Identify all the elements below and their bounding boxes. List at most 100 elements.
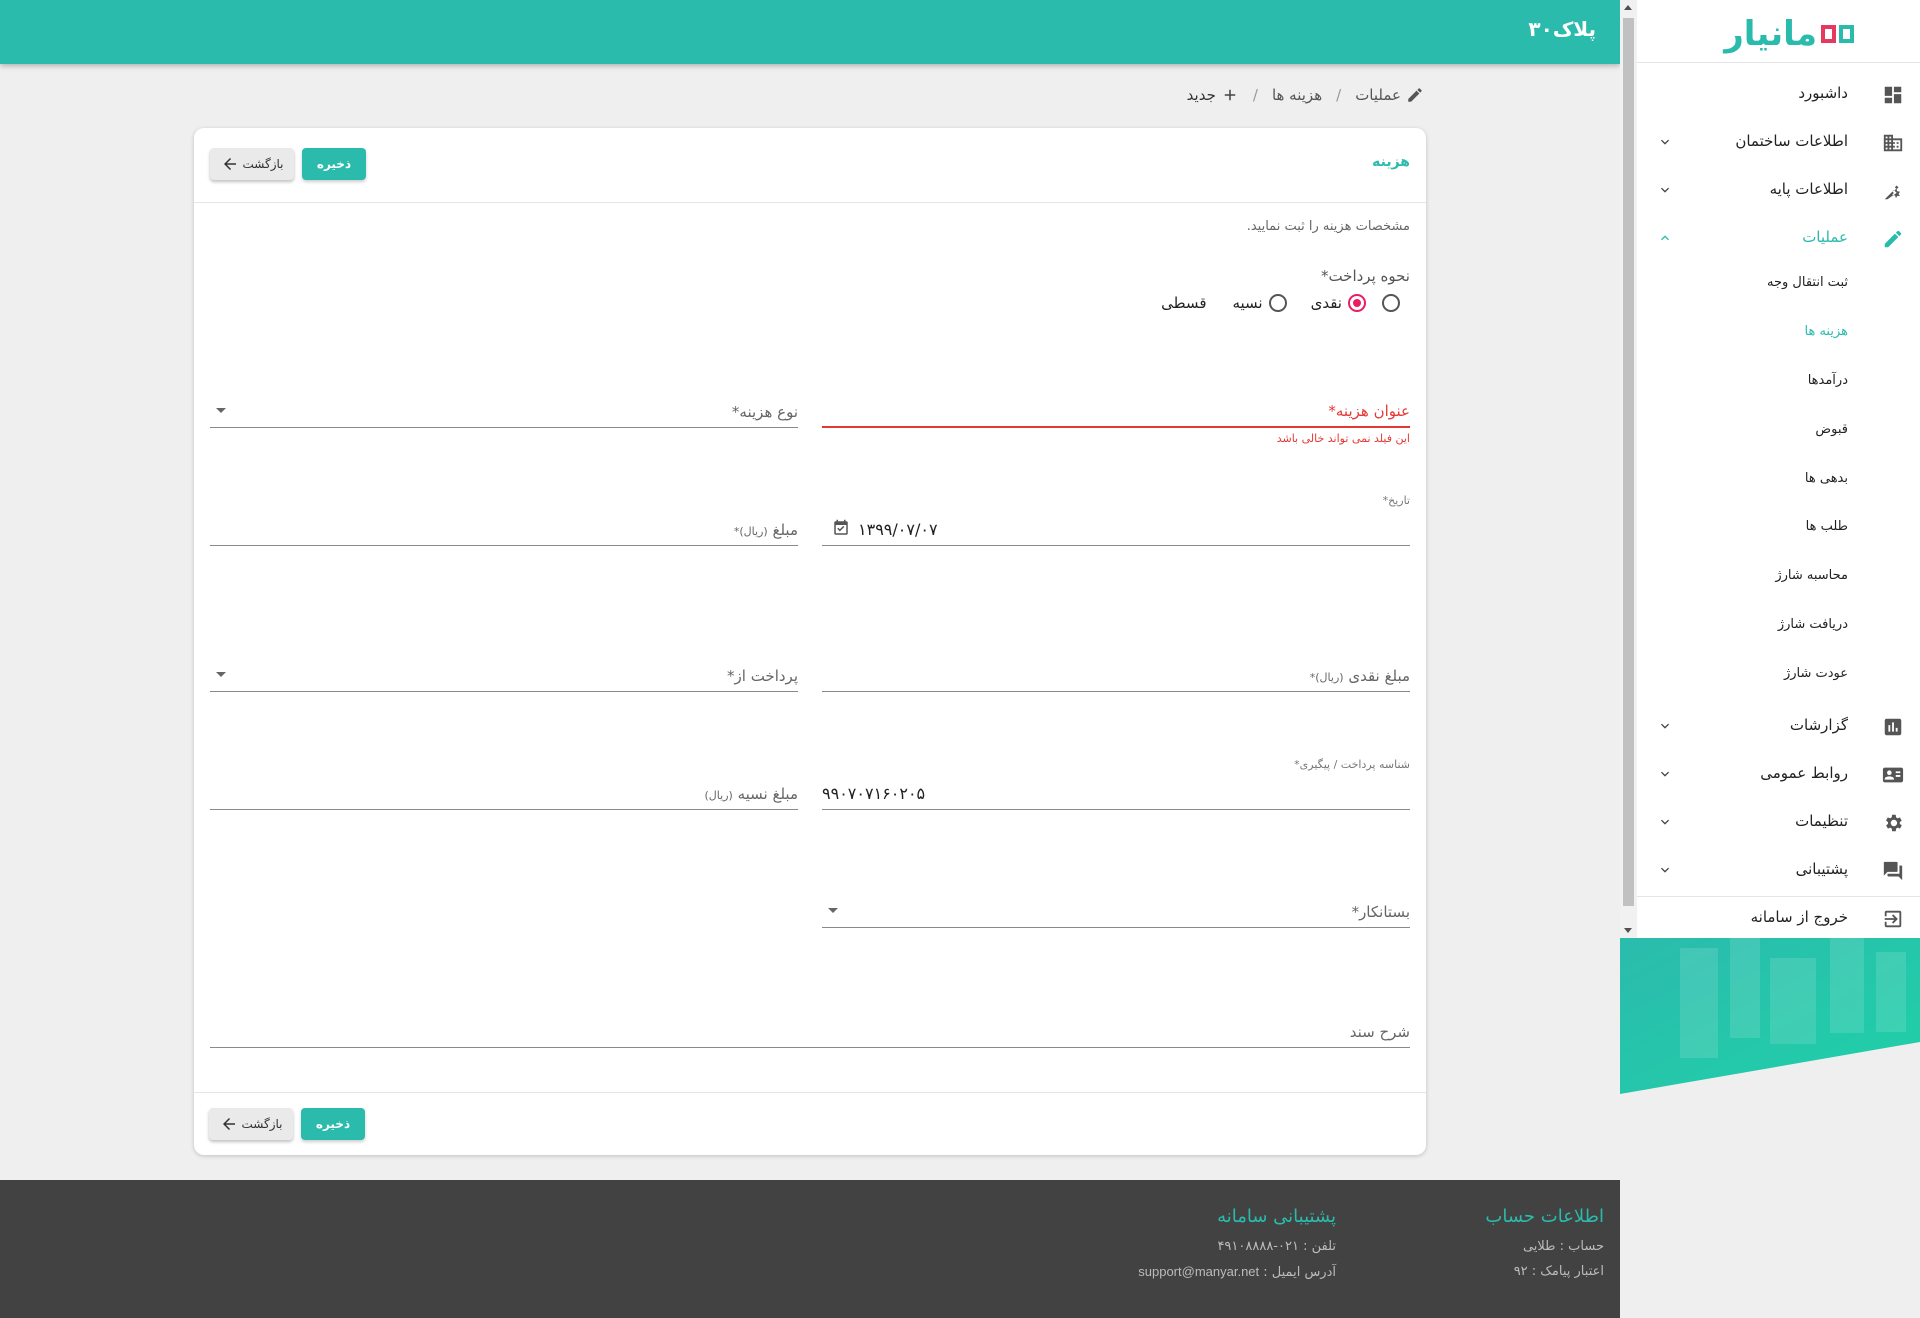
back-button-bottom[interactable]: بازگشت <box>209 1108 293 1140</box>
dashboard-icon <box>1884 86 1902 104</box>
payment-method-radio-cash[interactable] <box>1348 294 1366 312</box>
calendar-icon[interactable] <box>832 519 850 537</box>
sidebar-subitem-expenses[interactable]: هزینه ها <box>1637 313 1920 353</box>
footer-account-type: حساب : طلایی <box>1522 1239 1604 1254</box>
expense-type-label: نوع هزینه* <box>731 403 798 421</box>
payment-method-label: نحوه پرداخت* <box>1320 267 1410 285</box>
scrollbar-thumb[interactable] <box>1623 18 1634 906</box>
sidebar-subitem-fund-transfer[interactable]: ثبت انتقال وجه <box>1637 264 1920 304</box>
sidebar-item-support[interactable]: پشتیبانی <box>1637 848 1920 892</box>
breadcrumb-label: عملیات <box>1355 86 1401 104</box>
chevron-down-icon <box>1661 723 1669 729</box>
breadcrumb-separator: / <box>1336 86 1342 104</box>
sidebar-item-label: اطلاعات ساختمان <box>1735 132 1848 150</box>
cash-amount-label: مبلغ نقدی (ریال)* <box>1309 667 1410 685</box>
logo-text: مانیار <box>1724 14 1817 54</box>
sidebar-subitem-label: طلب ها <box>1805 519 1848 534</box>
sidebar-item-reports[interactable]: گزارشات <box>1637 704 1920 748</box>
sidebar-item-building-info[interactable]: اطلاعات ساختمان <box>1637 120 1920 164</box>
back-button-label: بازگشت <box>241 1117 283 1131</box>
sidebar-subitem-claims[interactable]: طلب ها <box>1637 508 1920 548</box>
sidebar-item-label: روابط عمومی <box>1760 764 1848 782</box>
sidebar-item-dashboard[interactable]: داشبورد <box>1637 72 1920 116</box>
top-app-bar: پلاک۳۰ <box>0 0 1620 64</box>
sidebar-subitem-label: درآمدها <box>1807 373 1848 388</box>
sidebar-item-public-relations[interactable]: روابط عمومی <box>1637 752 1920 796</box>
tracking-id-field[interactable]: شناسه پرداخت / پیگیری* ۹۹۰۷۰۷۱۶۰۲۰۵ <box>822 758 1410 810</box>
credit-amount-field[interactable]: مبلغ نسیه (ریال) <box>210 770 798 810</box>
payment-method-radio-group: نقدی نسیه قسطی <box>1141 294 1400 312</box>
sidebar-item-label: اطلاعات پایه <box>1769 180 1848 198</box>
creditor-label: بستانکار* <box>1351 903 1410 921</box>
date-label: تاریخ* <box>1382 494 1410 507</box>
scroll-up-arrow[interactable] <box>1624 5 1632 10</box>
dropdown-arrow-icon <box>216 672 226 677</box>
paid-from-label: پرداخت از* <box>727 667 798 685</box>
description-label: شرح سند <box>1349 1023 1410 1041</box>
arrow-left-icon <box>222 1118 235 1130</box>
date-value: ۱۳۹۹/۰۷/۰۷ <box>858 520 938 539</box>
building-icon <box>1883 134 1903 152</box>
amount-field[interactable]: مبلغ (ریال)* <box>210 506 798 546</box>
breadcrumb-label: جدید <box>1186 86 1216 104</box>
expense-type-select[interactable]: نوع هزینه* <box>210 388 798 428</box>
creditor-select[interactable]: بستانکار* <box>822 888 1410 928</box>
gear-icon <box>1886 814 1902 832</box>
chevron-up-icon <box>1661 235 1669 241</box>
sidebar-item-operations[interactable]: عملیات <box>1637 216 1920 260</box>
pencil-icon <box>1408 88 1422 102</box>
payment-method-radio-credit[interactable] <box>1268 294 1287 312</box>
sidebar-item-logout[interactable]: خروج از سامانه <box>1637 896 1920 940</box>
bar-chart-icon <box>1884 718 1902 736</box>
payment-method-radio-unlabeled[interactable] <box>1382 294 1400 312</box>
sidebar-item-base-info[interactable]: اطلاعات پایه <box>1637 168 1920 212</box>
logout-icon <box>1884 910 1902 928</box>
scroll-down-arrow[interactable] <box>1624 928 1632 933</box>
sidebar-subitem-charge-calculation[interactable]: محاسبه شارژ <box>1637 557 1920 597</box>
footer-account-info: اطلاعات حساب حساب : طلایی اعتبار پیامک :… <box>1485 1206 1604 1289</box>
save-button-bottom[interactable]: ذخیره <box>301 1108 365 1140</box>
sidebar-subitem-bills[interactable]: قبوض <box>1637 411 1920 451</box>
sidebar-subitem-incomes[interactable]: درآمدها <box>1637 362 1920 402</box>
support-email-link[interactable]: support@manyar.net <box>1138 1264 1259 1279</box>
tracking-id-label: شناسه پرداخت / پیگیری* <box>1294 758 1410 771</box>
sidebar-subitem-label: ثبت انتقال وجه <box>1767 275 1848 290</box>
sidebar-item-label: داشبورد <box>1798 84 1848 102</box>
settings-tool-icon <box>1884 185 1900 200</box>
sidebar-item-label: تنظیمات <box>1795 812 1848 830</box>
date-field[interactable]: تاریخ* ۱۳۹۹/۰۷/۰۷ <box>822 494 1410 546</box>
footer-support: پشتیبانی سامانه تلفن : ۰۲۱-۴۹۱۰۸۸۸۸ آدرس… <box>1138 1206 1336 1290</box>
expense-form-card: هزینه ذخیره بازگشت مشخصات هزینه را ثبت ن… <box>194 128 1426 1155</box>
sidebar-item-settings[interactable]: تنظیمات <box>1637 800 1920 844</box>
sidebar-subitem-charge-refund[interactable]: عودت شارژ <box>1637 655 1920 695</box>
scrollbar[interactable] <box>1620 0 1637 938</box>
app-logo[interactable]: مانیار <box>1724 14 1854 54</box>
sidebar-subitem-label: دریافت شارژ <box>1777 617 1848 632</box>
back-button[interactable]: بازگشت <box>210 148 294 180</box>
breadcrumb-expenses[interactable]: هزینه ها <box>1272 86 1322 104</box>
sidebar-subitem-label: عودت شارژ <box>1783 666 1848 681</box>
footer-support-title: پشتیبانی سامانه <box>1217 1206 1336 1227</box>
footer-sms-credit: اعتبار پیامک : ۹۲ <box>1513 1264 1604 1279</box>
description-field[interactable]: شرح سند <box>210 1008 1410 1048</box>
breadcrumb-operations[interactable]: عملیات <box>1355 86 1424 104</box>
radio-label-installment[interactable]: قسطی <box>1161 294 1206 312</box>
sidebar-subitem-charge-receipt[interactable]: دریافت شارژ <box>1637 606 1920 646</box>
sidebar-subitem-debts[interactable]: بدهی ها <box>1637 460 1920 500</box>
cash-amount-field[interactable]: مبلغ نقدی (ریال)* <box>822 652 1410 692</box>
plus-icon <box>1224 89 1236 101</box>
sidebar-item-label: گزارشات <box>1789 716 1848 734</box>
save-button[interactable]: ذخیره <box>302 148 366 180</box>
chevron-down-icon <box>1661 771 1669 777</box>
footer-support-email: آدرس ایمیل : support@manyar.net <box>1138 1264 1336 1280</box>
paid-from-select[interactable]: پرداخت از* <box>210 652 798 692</box>
radio-label-cash[interactable]: نقدی <box>1311 294 1342 312</box>
chat-icon <box>1883 861 1903 881</box>
divider <box>194 1092 1426 1093</box>
decorative-banner-image <box>1620 938 1920 1094</box>
chevron-down-icon <box>1661 867 1669 873</box>
expense-title-field[interactable]: عنوان هزینه* <box>822 388 1410 428</box>
footer-support-phone: تلفن : ۰۲۱-۴۹۱۰۸۸۸۸ <box>1217 1239 1336 1254</box>
radio-label-credit[interactable]: نسیه <box>1232 294 1262 312</box>
sidebar-subitem-label: هزینه ها <box>1804 324 1849 339</box>
